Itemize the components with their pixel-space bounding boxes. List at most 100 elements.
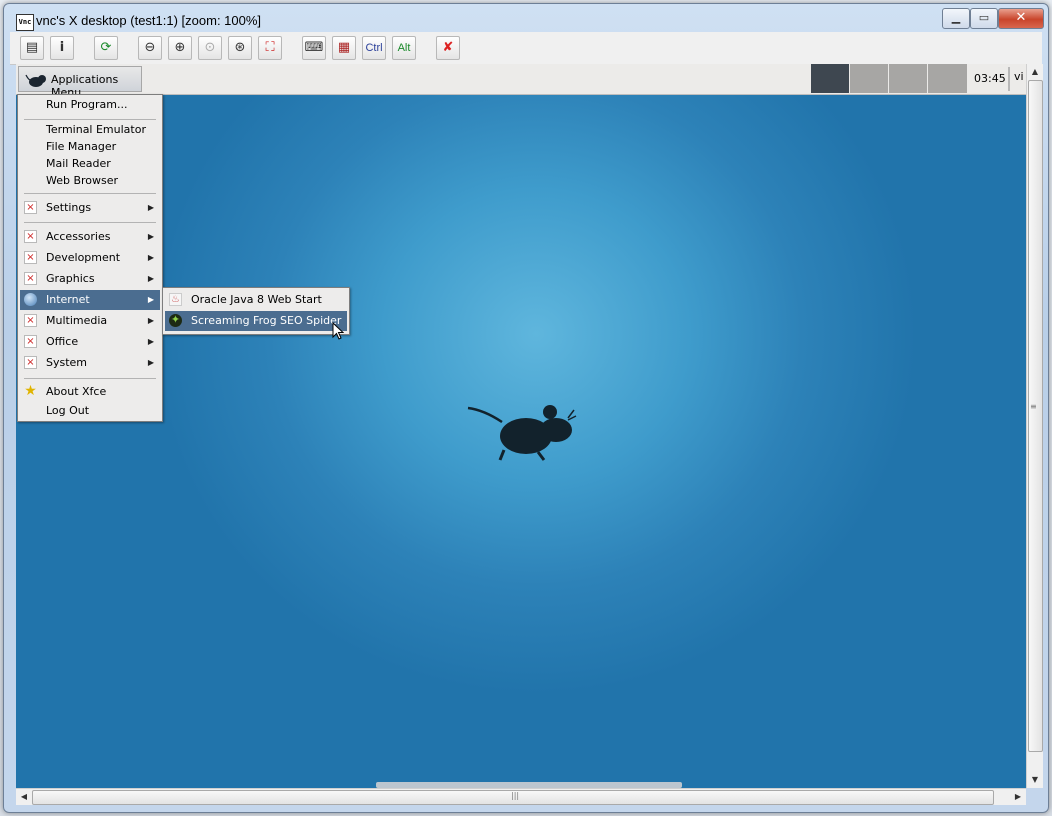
close-button[interactable]: ✕ bbox=[998, 8, 1044, 29]
zoom-in-icon: ⊕ bbox=[174, 40, 186, 55]
grip-icon: ≡ bbox=[1030, 402, 1037, 411]
scroll-left-arrow-icon[interactable]: ◀ bbox=[16, 789, 32, 805]
menu-item-log-out[interactable]: Log Out bbox=[20, 401, 160, 421]
missing-image-icon: × bbox=[24, 335, 37, 348]
xfce-panel: Applications Menu 03:45 vi bbox=[16, 64, 1026, 99]
submenu-arrow-icon: ▶ bbox=[147, 274, 154, 283]
missing-image-icon: × bbox=[24, 314, 37, 327]
send-keys-button[interactable]: ⌨ bbox=[302, 36, 326, 60]
horizontal-scrollbar[interactable]: ◀ ||| ▶ bbox=[16, 788, 1026, 805]
clipboard-icon: ▤ bbox=[25, 40, 39, 55]
menu-separator bbox=[24, 378, 156, 379]
menu-label: File Manager bbox=[46, 140, 117, 153]
close-icon: ✕ bbox=[1015, 10, 1027, 25]
missing-image-icon: × bbox=[24, 272, 37, 285]
workspace-2[interactable] bbox=[850, 64, 888, 93]
cad-icon: ▦ bbox=[337, 40, 351, 55]
menu-label: Development bbox=[46, 251, 121, 264]
menu-label: Log Out bbox=[46, 404, 90, 417]
zoom-fit-button[interactable]: ⊛ bbox=[228, 36, 252, 60]
vnc-app-icon: Vnc bbox=[16, 14, 34, 31]
xfce-mouse-logo bbox=[467, 405, 577, 461]
maximize-icon: ▭ bbox=[978, 11, 990, 24]
internet-submenu: ♨ Oracle Java 8 Web Start ✦ Screaming Fr… bbox=[162, 287, 350, 335]
remote-desktop[interactable]: Applications Menu 03:45 vi Run Program..… bbox=[16, 64, 1026, 788]
vertical-scrollbar[interactable]: ▲ ≡ ▼ bbox=[1026, 64, 1043, 788]
missing-image-icon: × bbox=[24, 230, 37, 243]
zoom-out-icon: ⊖ bbox=[144, 40, 156, 55]
workspace-1[interactable] bbox=[811, 64, 849, 93]
panel-clock: 03:45 bbox=[974, 72, 1006, 85]
menu-item-multimedia[interactable]: × Multimedia ▶ bbox=[20, 311, 160, 331]
submenu-arrow-icon: ▶ bbox=[147, 203, 154, 212]
zoom-out-button[interactable]: ⊖ bbox=[138, 36, 162, 60]
workspace-3[interactable] bbox=[889, 64, 927, 93]
panel-tray-item[interactable]: vi bbox=[1014, 70, 1024, 83]
menu-label: System bbox=[46, 356, 88, 369]
menu-label: Multimedia bbox=[46, 314, 108, 327]
menu-item-run-program[interactable]: Run Program... bbox=[20, 95, 160, 115]
menu-item-development[interactable]: × Development ▶ bbox=[20, 248, 160, 268]
options-button[interactable]: ▤ bbox=[20, 36, 44, 60]
ctrl-key-button[interactable]: Ctrl bbox=[362, 36, 386, 60]
xfce-mouse-icon bbox=[25, 74, 46, 87]
fullscreen-button[interactable]: ⛶ bbox=[258, 36, 282, 60]
menu-label: Office bbox=[46, 335, 79, 348]
menu-label: Mail Reader bbox=[46, 157, 111, 170]
menu-label: Settings bbox=[46, 201, 92, 214]
workspace-4[interactable] bbox=[928, 64, 967, 93]
menu-item-graphics[interactable]: × Graphics ▶ bbox=[20, 269, 160, 289]
menu-separator bbox=[24, 222, 156, 223]
applications-menu-button[interactable]: Applications Menu bbox=[18, 66, 142, 99]
scroll-up-arrow-icon[interactable]: ▲ bbox=[1027, 64, 1043, 80]
missing-image-icon: × bbox=[24, 356, 37, 369]
mouse-cursor-icon bbox=[332, 322, 344, 340]
menu-label: Web Browser bbox=[46, 174, 119, 187]
menu-item-oracle-java-web-start[interactable]: ♨ Oracle Java 8 Web Start bbox=[165, 290, 347, 310]
menu-item-office[interactable]: × Office ▶ bbox=[20, 332, 160, 352]
menu-label: Graphics bbox=[46, 272, 95, 285]
submenu-arrow-icon: ▶ bbox=[147, 337, 154, 346]
scroll-right-arrow-icon[interactable]: ▶ bbox=[1010, 789, 1026, 805]
menu-label: Terminal Emulator bbox=[46, 123, 146, 136]
minimize-button[interactable]: ▁ bbox=[942, 8, 970, 29]
menu-label: Oracle Java 8 Web Start bbox=[191, 293, 322, 306]
menu-item-accessories[interactable]: × Accessories ▶ bbox=[20, 227, 160, 247]
java-icon: ♨ bbox=[169, 293, 182, 306]
zoom-fit-icon: ⊛ bbox=[234, 40, 246, 55]
info-icon: i bbox=[59, 40, 65, 55]
submenu-arrow-icon: ▶ bbox=[147, 232, 154, 241]
window-title: vnc's X desktop (test1:1) [zoom: 100%] bbox=[36, 13, 262, 28]
ctrl-alt-del-button[interactable]: ▦ bbox=[332, 36, 356, 60]
keyboard-icon: ⌨ bbox=[304, 40, 324, 55]
zoom-100-button[interactable]: ⊙ bbox=[198, 36, 222, 60]
submenu-arrow-icon: ▶ bbox=[147, 253, 154, 262]
zoom-in-button[interactable]: ⊕ bbox=[168, 36, 192, 60]
menu-item-settings[interactable]: × Settings ▶ bbox=[20, 198, 160, 218]
submenu-arrow-icon: ▶ bbox=[147, 358, 154, 367]
menu-item-web-browser[interactable]: Web Browser bbox=[20, 171, 160, 191]
frog-icon: ✦ bbox=[169, 313, 182, 327]
submenu-arrow-icon: ▶ bbox=[147, 316, 154, 325]
menu-label: Accessories bbox=[46, 230, 111, 243]
menu-item-about-xfce[interactable]: ★ About Xfce bbox=[20, 382, 160, 402]
applications-menu: Run Program... Terminal Emulator File Ma… bbox=[17, 94, 163, 422]
alt-key-button[interactable]: Alt bbox=[392, 36, 416, 60]
disconnect-button[interactable]: ✘ bbox=[436, 36, 460, 60]
vertical-scroll-thumb[interactable] bbox=[1028, 80, 1043, 752]
vnc-toolbar: ▤ i ⟳ ⊖ ⊕ ⊙ ⊛ ⛶ ⌨ ▦ Ctrl Alt ✘ bbox=[10, 32, 1042, 65]
menu-item-screaming-frog-seo-spider[interactable]: ✦ Screaming Frog SEO Spider bbox=[165, 311, 347, 331]
scroll-down-arrow-icon[interactable]: ▼ bbox=[1027, 772, 1043, 788]
info-button[interactable]: i bbox=[50, 36, 74, 60]
fullscreen-icon: ⛶ bbox=[265, 40, 275, 55]
refresh-button[interactable]: ⟳ bbox=[94, 36, 118, 60]
zoom-reset-icon: ⊙ bbox=[204, 40, 216, 55]
maximize-button[interactable]: ▭ bbox=[970, 8, 998, 29]
disconnect-icon: ✘ bbox=[442, 40, 454, 55]
globe-icon bbox=[24, 293, 37, 306]
menu-item-internet[interactable]: Internet ▶ bbox=[20, 290, 160, 310]
menu-label: About Xfce bbox=[46, 385, 107, 398]
menu-item-system[interactable]: × System ▶ bbox=[20, 353, 160, 373]
missing-image-icon: × bbox=[24, 201, 37, 214]
menu-label: Run Program... bbox=[46, 98, 128, 111]
